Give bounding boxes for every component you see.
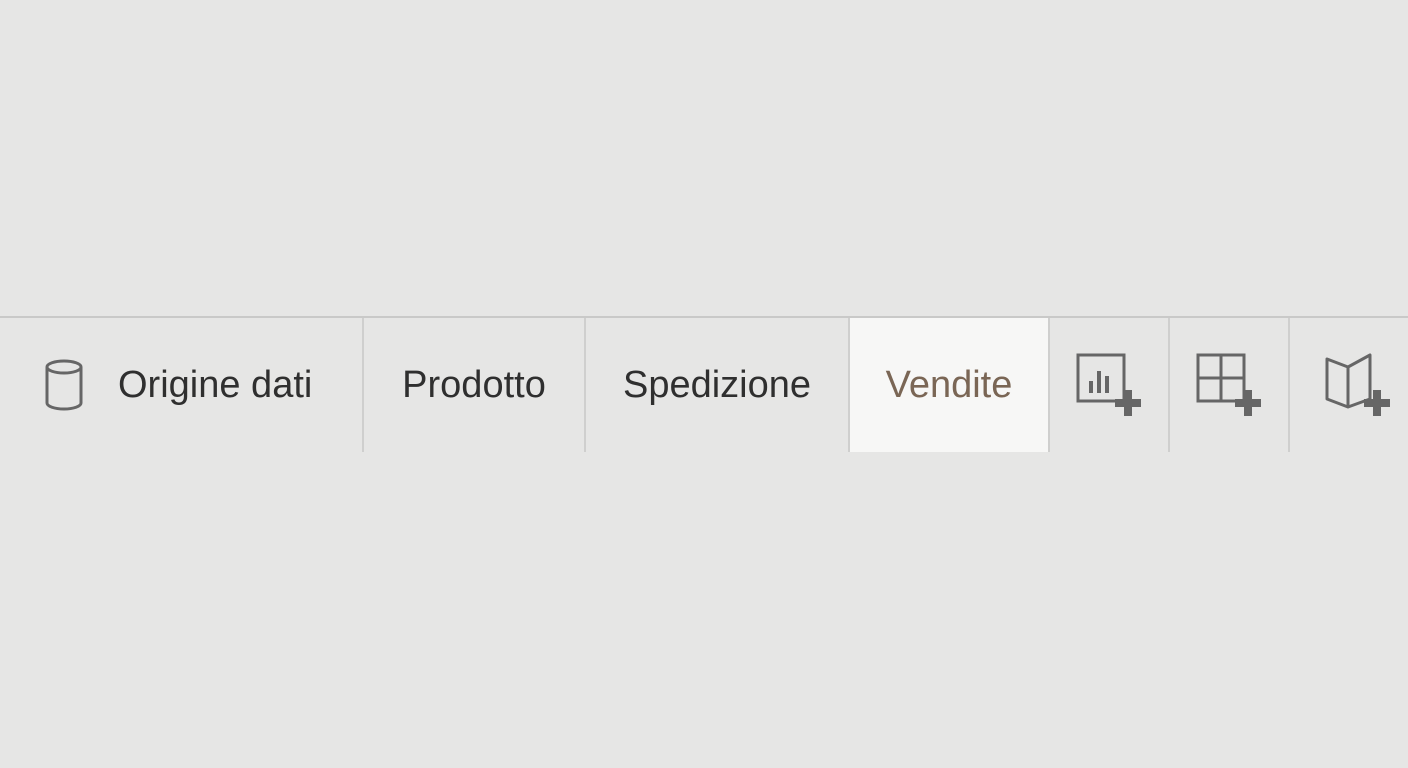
- tab-label: Prodotto: [402, 363, 546, 406]
- new-dashboard-button[interactable]: [1170, 318, 1290, 452]
- new-worksheet-icon: [1075, 351, 1143, 419]
- new-story-icon: [1324, 351, 1392, 419]
- new-dashboard-icon: [1195, 351, 1263, 419]
- tab-data-source-label: Origine dati: [118, 363, 313, 406]
- database-icon: [44, 358, 84, 412]
- tab-sheet-prodotto[interactable]: Prodotto: [364, 318, 586, 452]
- new-worksheet-button[interactable]: [1050, 318, 1170, 452]
- tab-sheet-vendite-active[interactable]: Vendite: [850, 318, 1050, 452]
- tab-label: Vendite: [885, 363, 1013, 406]
- new-story-button[interactable]: [1290, 318, 1408, 452]
- tab-data-source[interactable]: Origine dati: [0, 318, 364, 452]
- tab-sheet-spedizione[interactable]: Spedizione: [586, 318, 850, 452]
- tab-label: Spedizione: [622, 363, 812, 406]
- workspace-background: Origine dati Prodotto Spedizione Vendite: [0, 0, 1408, 768]
- sheet-tab-bar: Origine dati Prodotto Spedizione Vendite: [0, 316, 1408, 452]
